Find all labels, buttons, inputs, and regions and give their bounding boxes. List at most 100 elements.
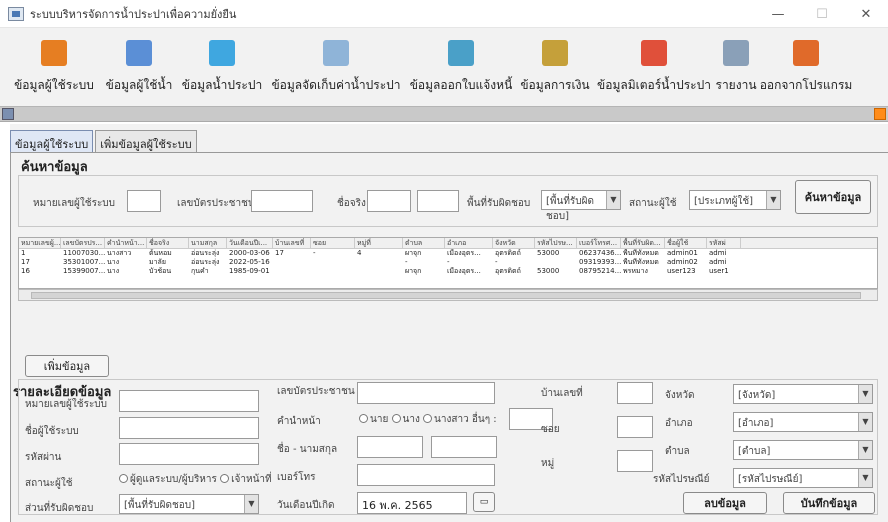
moo-field[interactable] — [617, 450, 653, 472]
column-header[interactable]: บ้านเลขที่ — [273, 238, 311, 249]
user-no-field[interactable] — [119, 390, 259, 412]
province-select[interactable]: [จังหวัด] ▼ — [733, 384, 873, 404]
toolbar-button-4[interactable]: ข้อมูลออกใบแจ้งหนี้ — [406, 28, 516, 106]
radio-staff[interactable] — [220, 474, 230, 483]
table-cell: ต้นหอม — [149, 249, 172, 257]
table-row[interactable]: 17 35301007... นาง มาลัย อ่อนระลุ่ง 2022-05-1… — [19, 258, 877, 267]
toolbar-button-7[interactable]: รายงาน — [714, 28, 758, 106]
frame-menu-icon[interactable] — [2, 108, 14, 120]
save-button[interactable]: บันทึกข้อมูล — [783, 492, 875, 514]
table-row[interactable]: 1 11007030... นางสาว ต้นหอม อ่อนระลุ่ง 2000-0… — [19, 249, 877, 258]
table-cell — [311, 258, 355, 267]
id-card-detail-label: เลขบัตรประชาชน — [277, 386, 355, 397]
subdistrict-select[interactable]: [ตำบล] ▼ — [733, 440, 873, 460]
toolbar-button-2[interactable]: ข้อมูลน้ำประปา — [178, 28, 266, 106]
search-user-no-input[interactable] — [127, 190, 161, 212]
column-header[interactable]: ซอย — [311, 238, 355, 249]
birthdate-field[interactable]: 16 พ.ค. 2565 — [357, 492, 467, 514]
toolbar-button-1[interactable]: ข้อมูลผู้ใช้น้ำ — [100, 28, 178, 106]
table-scrollbar[interactable] — [18, 289, 878, 301]
table-cell: พรหมาง — [623, 267, 648, 275]
house-no-field[interactable] — [617, 382, 653, 404]
close-button[interactable]: ✕ — [844, 0, 888, 28]
toolbar-button-0[interactable]: ข้อมูลผู้ใช้ระบบ — [8, 28, 100, 106]
search-id-card-input[interactable] — [251, 190, 313, 212]
phone-field[interactable] — [357, 464, 495, 486]
scrollbar-thumb[interactable] — [31, 292, 861, 299]
search-box: หมายเลขผู้ใช้ระบบ เลขบัตรประชาชน ชื่อจริ… — [18, 175, 878, 227]
column-header[interactable]: ชื่อจริง — [147, 238, 189, 249]
table-cell — [273, 258, 311, 267]
column-header[interactable]: ชื่อผู้ใช้ — [665, 238, 707, 249]
column-header[interactable]: วันเดือนปีเ... — [227, 238, 273, 249]
table-cell: 16 — [21, 267, 30, 275]
column-header[interactable]: ตำบล — [403, 238, 445, 249]
minimize-button[interactable]: — — [756, 0, 800, 28]
user-no-label: หมายเลขผู้ใช้ระบบ — [33, 198, 116, 209]
password-label: รหัสผ่าน — [25, 452, 62, 463]
toolbar-button-6[interactable]: ข้อมูลมิเตอร์น้ำประปา — [594, 28, 714, 106]
district-select[interactable]: [อำเภอ] ▼ — [733, 412, 873, 432]
status-label: สถานะผู้ใช้ — [629, 198, 677, 209]
tab-add-user[interactable]: เพิ่มข้อมูลผู้ใช้ระบบ — [95, 130, 197, 152]
toolbar-button-3[interactable]: ข้อมูลจัดเก็บค่าน้ำประปา — [266, 28, 406, 106]
table-cell: 11007030... — [63, 249, 105, 257]
lastname-field[interactable] — [431, 436, 497, 458]
tab-user-info[interactable]: ข้อมูลผู้ใช้ระบบ — [10, 130, 94, 152]
area-detail-label: ส่วนที่รับผิดชอบ — [25, 503, 94, 514]
add-data-button[interactable]: เพิ่มข้อมูล — [25, 355, 109, 377]
phone-label: เบอร์โทร — [277, 472, 316, 483]
toolbar-button-5[interactable]: ข้อมูลการเงิน — [516, 28, 594, 106]
toolbar-label: ข้อมูลน้ำประปา — [181, 78, 263, 92]
chevron-down-icon: ▼ — [766, 191, 780, 209]
radio-admin[interactable] — [119, 474, 128, 483]
table-cell: 15399007... — [63, 267, 105, 275]
toolbar-button-8[interactable]: ออกจากโปรแกรม — [758, 28, 854, 106]
status-radio-group[interactable]: ผู้ดูแลระบบ/ผู้บริหาร เจ้าหน้าที่ — [119, 472, 272, 487]
frame-minimize-icon[interactable] — [874, 108, 886, 120]
search-lastname-input[interactable] — [417, 190, 459, 212]
column-header[interactable]: อำเภอ — [445, 238, 493, 249]
column-header[interactable]: รหัสผ่ — [707, 238, 741, 249]
column-header[interactable]: พื้นที่รับผิด... — [621, 238, 665, 249]
table-cell: 17 — [21, 258, 30, 266]
search-button[interactable]: ค้นหาข้อมูล — [795, 180, 871, 214]
delete-button[interactable]: ลบข้อมูล — [683, 492, 767, 514]
password-field[interactable] — [119, 443, 259, 465]
birthdate-label: วันเดือนปีเกิด — [277, 500, 335, 511]
area-select[interactable]: [พื้นที่รับผิดชอบ] ▼ — [119, 494, 259, 514]
table-cell: เมืองอุตร... — [447, 249, 481, 257]
search-area-select[interactable]: [พื้นที่รับผิดชอบ] ▼ — [541, 190, 621, 222]
search-status-select[interactable]: [ประเภทผู้ใช้] ▼ — [689, 190, 781, 210]
toolbar-label: ออกจากโปรแกรม — [759, 78, 853, 92]
column-header[interactable]: นามสกุล — [189, 238, 227, 249]
id-card-field[interactable] — [357, 382, 495, 404]
column-header[interactable]: เบอร์โทรศ... — [577, 238, 621, 249]
column-header[interactable]: จังหวัด — [493, 238, 535, 249]
calendar-icon[interactable]: ▭ — [473, 492, 495, 512]
chevron-down-icon: ▼ — [858, 469, 872, 487]
table-cell: มาลัย — [149, 258, 166, 266]
username-field[interactable] — [119, 417, 259, 439]
toolbar-label: ข้อมูลจัดเก็บค่าน้ำประปา — [271, 78, 401, 92]
firstname-field[interactable] — [357, 436, 423, 458]
table-row[interactable]: 16 15399007... นาง บัวช้อน กุนคำ 1985-09-01 ผา… — [19, 267, 877, 276]
prefix-label: คำนำหน้า — [277, 416, 321, 427]
main-content: ข้อมูลผู้ใช้ระบบ เพิ่มข้อมูลผู้ใช้ระบบ ค… — [10, 124, 888, 522]
user-table[interactable]: หมายเลขผู้... เลขบัตรปร... คำนำหน้า... ชื่อ… — [18, 237, 878, 289]
table-cell: - — [447, 258, 450, 266]
table-cell: พื้นที่ทั้งหมด — [623, 249, 659, 257]
postcode-select[interactable]: [รหัสไปรษณีย์] ▼ — [733, 468, 873, 488]
toolbar-icon — [542, 40, 568, 66]
search-firstname-input[interactable] — [367, 190, 411, 212]
column-header[interactable]: รหัสไปรษ... — [535, 238, 577, 249]
internal-frame-bar — [0, 106, 888, 122]
maximize-button[interactable]: ☐ — [800, 0, 844, 28]
column-header[interactable]: หมายเลขผู้... — [19, 238, 61, 249]
column-header[interactable]: คำนำหน้า... — [105, 238, 147, 249]
prefix-radio-group[interactable]: นาย นาง นางสาว อื่นๆ : — [359, 412, 497, 427]
column-header[interactable]: หมู่ที่ — [355, 238, 403, 249]
chevron-down-icon: ▼ — [858, 385, 872, 403]
soi-field[interactable] — [617, 416, 653, 438]
column-header[interactable]: เลขบัตรปร... — [61, 238, 105, 249]
